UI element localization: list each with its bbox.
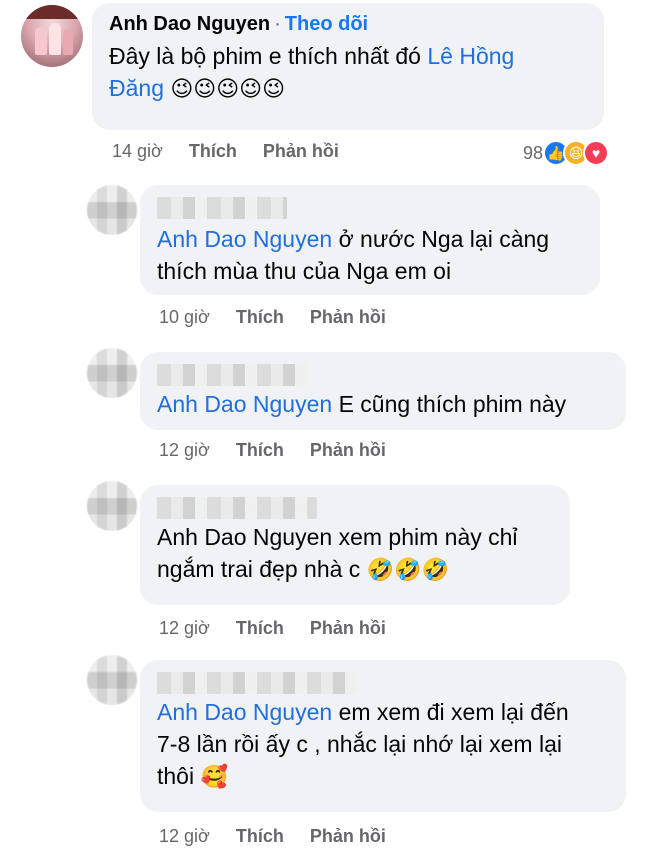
wink-emoji-icon: 😉😉😉😉😉 (170, 76, 286, 101)
reply-actions: 12 giờ Thích Phản hồi (159, 826, 386, 847)
reply-button[interactable]: Phản hồi (310, 618, 386, 639)
comment-text: Đây là bộ phim e thích nhất đó Lê Hồng Đ… (109, 40, 587, 104)
reply-bubble: Anh Dao Nguyen em xem đi xem lại đến 7-8… (140, 660, 626, 812)
avatar[interactable] (87, 481, 137, 531)
reply-text-body: thích mùa thu của Nga em oi (157, 258, 452, 284)
reply-actions: 10 giờ Thích Phản hồi (159, 307, 386, 328)
like-button[interactable]: Thích (236, 618, 284, 639)
mention-link[interactable]: Anh Dao Nguyen (157, 391, 332, 417)
comment-text-body: Đây là bộ phim e thích nhất đó (109, 43, 428, 69)
comment-actions: 14 giờ Thích Phản hồi (112, 141, 339, 162)
timestamp[interactable]: 12 giờ (159, 618, 210, 639)
reply-text-body: ở nước Nga lại càng (332, 226, 550, 252)
reply-bubble: Anh Dao Nguyen xem phim này chỉ ngắm tra… (140, 485, 570, 605)
reply-text-body: Anh Dao Nguyen xem phim này chỉ (157, 524, 518, 550)
separator-dot: · (274, 13, 281, 35)
comment-bubble: Anh Dao Nguyen · Theo dõi Đây là bộ phim e… (92, 3, 604, 130)
avatar[interactable] (87, 185, 137, 235)
follow-button[interactable]: Theo dõi (285, 13, 368, 35)
reaction-summary[interactable]: 98 👍 😆 ♥ (523, 140, 610, 166)
like-button[interactable]: Thích (236, 826, 284, 847)
reply-text-body: E cũng thích phim này (332, 391, 567, 417)
timestamp[interactable]: 12 giờ (159, 440, 210, 461)
reply-button[interactable]: Phản hồi (310, 440, 386, 461)
timestamp[interactable]: 10 giờ (159, 307, 210, 328)
reply-text-body: ngắm trai đẹp nhà c (157, 556, 367, 582)
reaction-count: 98 (523, 142, 544, 163)
redacted-author[interactable] (157, 497, 317, 519)
reply-bubble: Anh Dao Nguyen ở nước Nga lại càng thích… (140, 185, 600, 295)
reply-button[interactable]: Phản hồi (310, 307, 386, 328)
avatar[interactable] (21, 5, 83, 67)
avatar[interactable] (87, 655, 137, 705)
reply-actions: 12 giờ Thích Phản hồi (159, 440, 386, 461)
redacted-author[interactable] (157, 197, 287, 219)
like-button[interactable]: Thích (236, 307, 284, 328)
avatar[interactable] (87, 348, 137, 398)
redacted-author[interactable] (157, 364, 307, 386)
reply-text: Anh Dao Nguyen em xem đi xem lại đến 7-8… (157, 696, 609, 792)
like-button[interactable]: Thích (189, 141, 237, 162)
timestamp[interactable]: 12 giờ (159, 826, 210, 847)
reply-button[interactable]: Phản hồi (310, 826, 386, 847)
like-button[interactable]: Thích (236, 440, 284, 461)
reply-text-body: em xem đi xem lại đến (332, 699, 569, 725)
smiling-hearts-emoji-icon: 🥰 (200, 764, 228, 789)
mention-link[interactable]: Anh Dao Nguyen (157, 699, 332, 725)
mention-link[interactable]: Anh Dao Nguyen (157, 226, 332, 252)
timestamp[interactable]: 14 giờ (112, 141, 163, 162)
mention-link-cont[interactable]: Đăng (109, 75, 164, 101)
mention-link[interactable]: Lê Hồng (427, 43, 514, 69)
love-icon: ♥ (583, 140, 610, 166)
reply-text: Anh Dao Nguyen ở nước Nga lại càng thích… (157, 223, 583, 287)
redacted-author[interactable] (157, 672, 357, 694)
reply-bubble: Anh Dao Nguyen E cũng thích phim này (140, 352, 626, 430)
reply-actions: 12 giờ Thích Phản hồi (159, 618, 386, 639)
reply-text-body: 7-8 lần rồi ấy c , nhắc lại nhớ lại xem … (157, 731, 562, 757)
reply-text: Anh Dao Nguyen xem phim này chỉ ngắm tra… (157, 521, 553, 585)
reply-text: Anh Dao Nguyen E cũng thích phim này (157, 388, 609, 420)
reply-button[interactable]: Phản hồi (263, 141, 339, 162)
reply-text-body: thôi (157, 763, 201, 789)
rofl-emoji-icon: 🤣🤣🤣 (366, 557, 449, 582)
comment-author[interactable]: Anh Dao Nguyen (109, 13, 270, 35)
